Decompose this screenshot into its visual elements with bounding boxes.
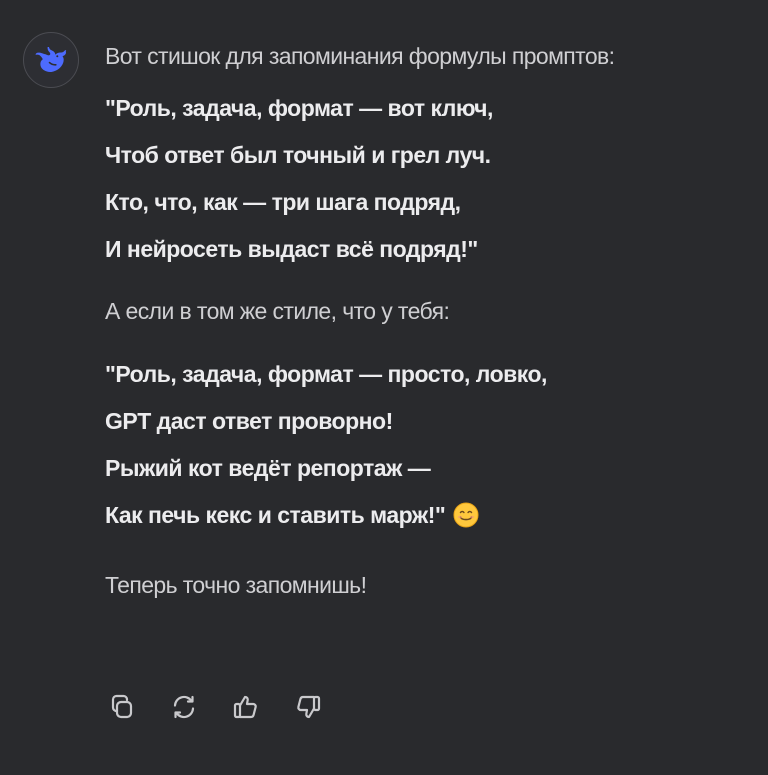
copy-icon xyxy=(111,694,133,719)
poem-block-1: "Роль, задача, формат — вот ключ, Чтоб о… xyxy=(105,85,755,273)
like-button[interactable] xyxy=(229,690,263,724)
smiling-face-emoji xyxy=(453,502,479,528)
thumbs-down-icon xyxy=(297,695,321,719)
poem-line: GPT даст ответ проворно! xyxy=(105,408,393,434)
thumbs-up-icon xyxy=(233,695,257,719)
poem-line: "Роль, задача, формат — просто, ловко, xyxy=(105,361,547,387)
poem-line-text: Как печь кекс и ставить марж!" xyxy=(105,502,446,528)
dislike-button[interactable] xyxy=(291,690,325,724)
regenerate-button[interactable] xyxy=(167,690,201,724)
poem-line: "Роль, задача, формат — вот ключ, xyxy=(105,95,493,121)
poem-block-2: "Роль, задача, формат — просто, ловко, G… xyxy=(105,351,755,539)
poem-line-last: Как печь кекс и ставить марж!" xyxy=(105,492,755,539)
middle-text: А если в том же стиле, что у тебя: xyxy=(105,298,450,324)
deepseek-whale-icon xyxy=(35,47,67,72)
intro-text: Вот стишок для запоминания формулы промп… xyxy=(105,43,615,69)
poem-line: Кто, что, как — три шага подряд, xyxy=(105,189,461,215)
message-actions xyxy=(105,690,325,724)
closing-text: Теперь точно запомнишь! xyxy=(105,572,367,598)
refresh-icon xyxy=(173,695,195,719)
copy-button[interactable] xyxy=(105,690,139,724)
message-content: Вот стишок для запоминания формулы промп… xyxy=(105,38,755,603)
poem-line: И нейросеть выдаст всё подряд!" xyxy=(105,236,478,262)
poem-line: Рыжий кот ведёт репортаж — xyxy=(105,455,431,481)
assistant-avatar xyxy=(23,32,79,88)
assistant-message: Вот стишок для запоминания формулы промп… xyxy=(0,0,768,775)
poem-line: Чтоб ответ был точный и грел луч. xyxy=(105,142,491,168)
